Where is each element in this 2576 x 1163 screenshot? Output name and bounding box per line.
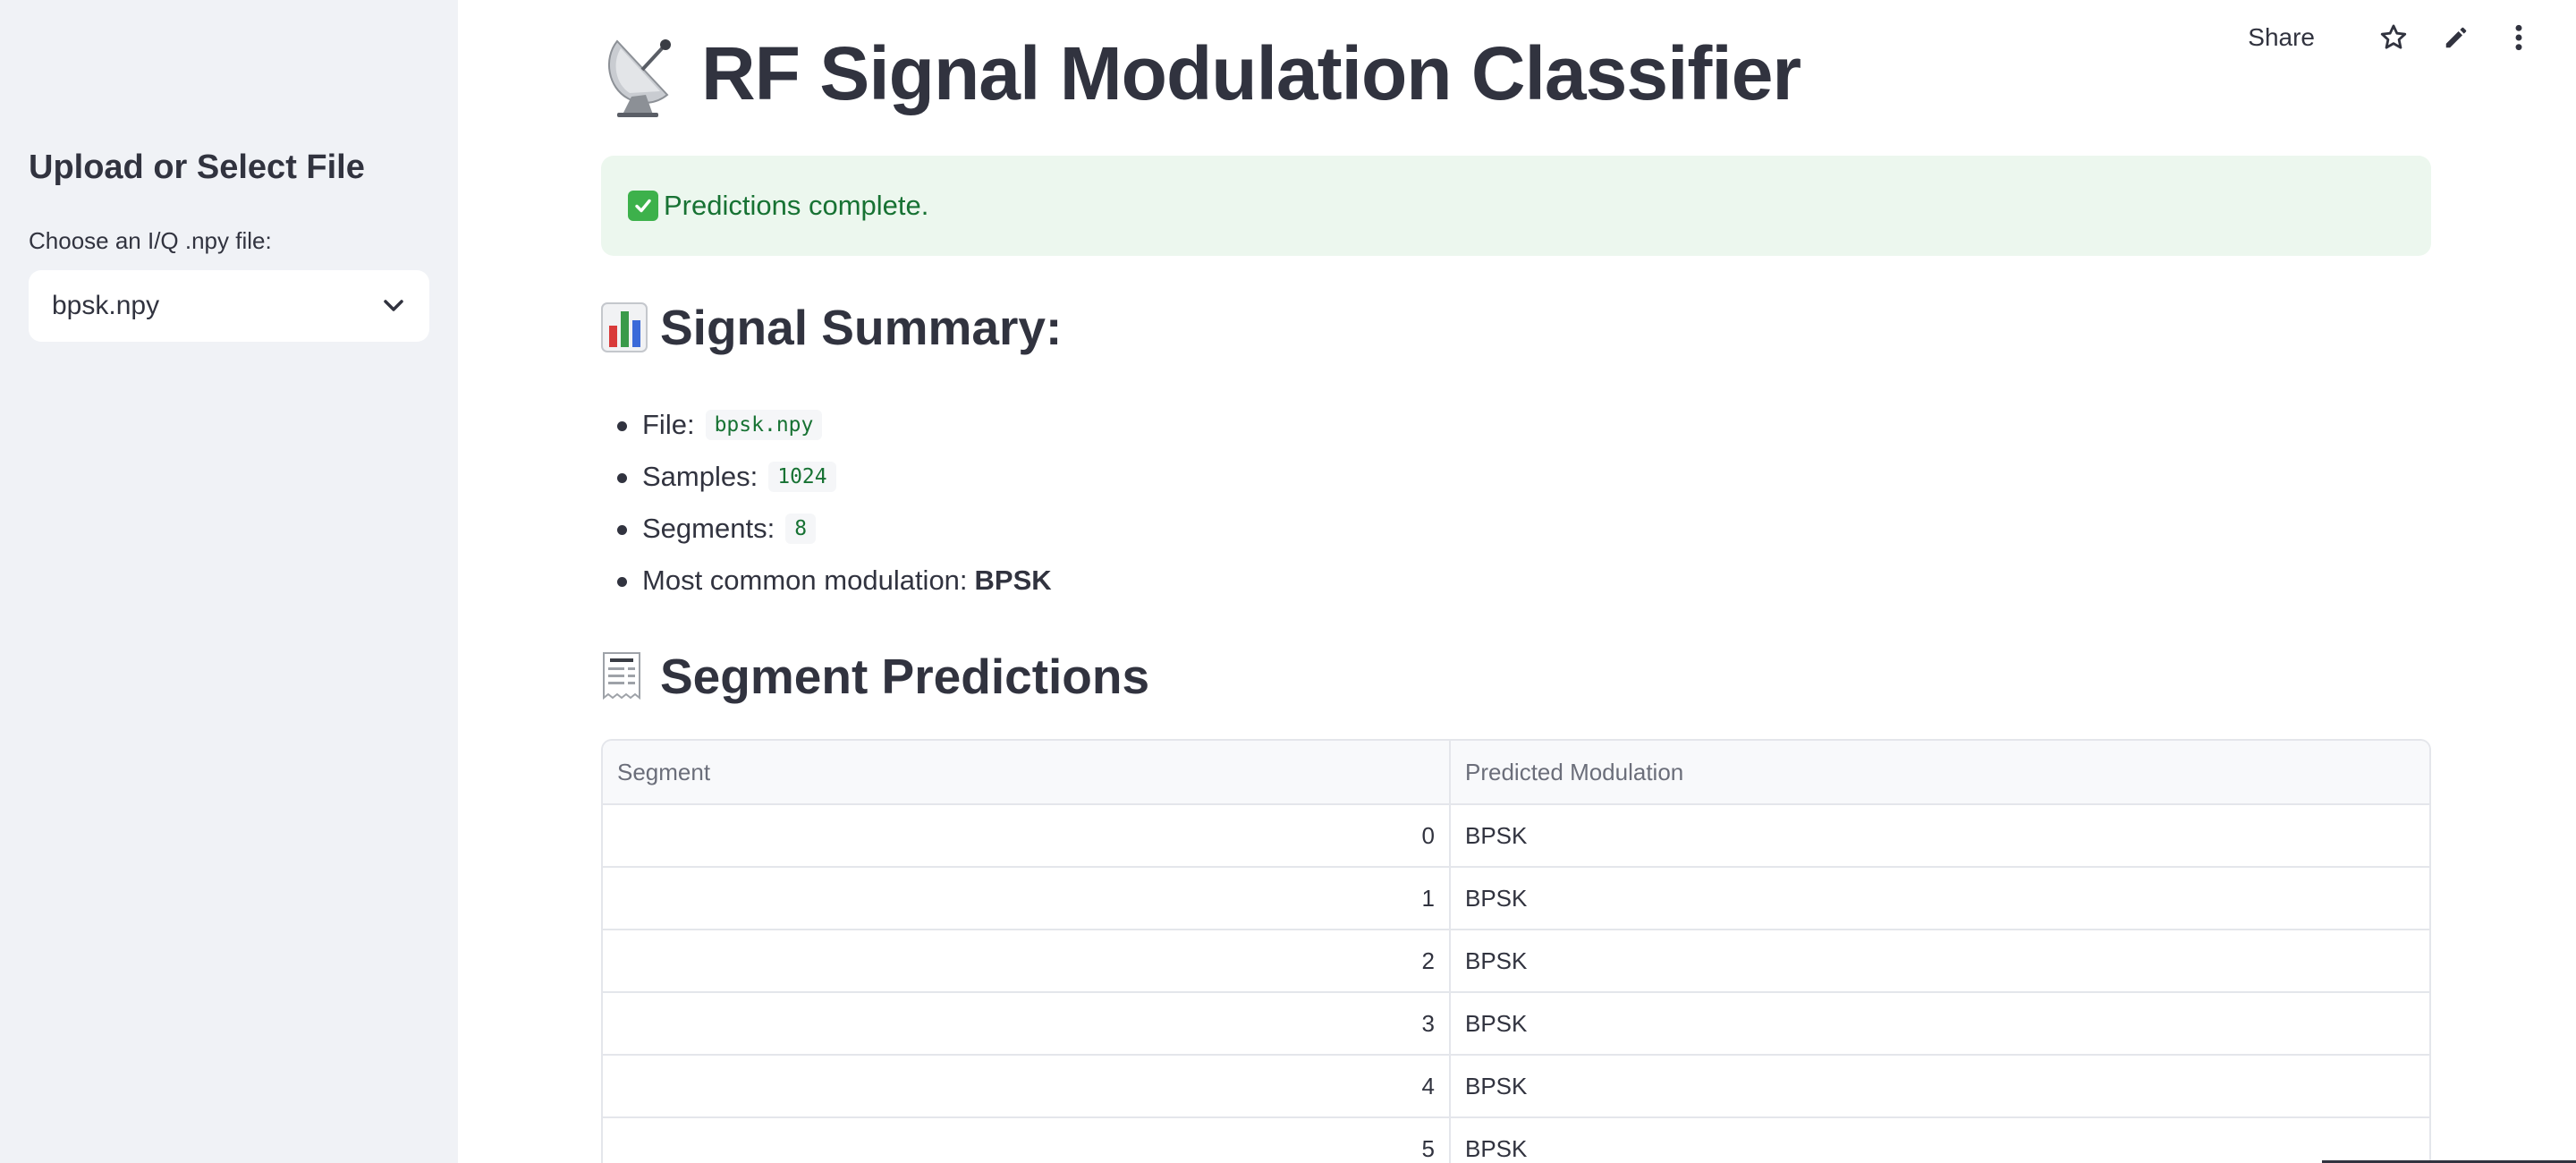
list-item: Samples: 1024 [601, 451, 1052, 503]
column-header-predicted-modulation[interactable]: Predicted Modulation [1451, 741, 2429, 803]
success-alert: Predictions complete. [601, 156, 2431, 256]
summary-heading-text: Signal Summary: [660, 300, 1063, 355]
table-cell[interactable]: BPSK [1451, 1056, 2429, 1116]
file-select-label: Choose an I/Q .npy file: [29, 227, 272, 254]
table-cell[interactable]: 3 [603, 993, 1451, 1054]
star-icon[interactable] [2376, 20, 2411, 55]
summary-list: File: bpsk.npy Samples: 1024 Segments: 8… [601, 399, 1052, 607]
table-cell[interactable]: 0 [603, 805, 1451, 866]
share-button[interactable]: Share [2248, 23, 2315, 52]
table-cell[interactable]: 5 [603, 1118, 1451, 1163]
table-row: 2 BPSK [603, 930, 2429, 993]
file-label: File: [642, 409, 695, 440]
samples-value: 1024 [768, 462, 836, 492]
samples-label: Samples: [642, 461, 758, 492]
table-cell[interactable]: 1 [603, 868, 1451, 929]
table-cell[interactable]: 4 [603, 1056, 1451, 1116]
table-cell[interactable]: 2 [603, 930, 1451, 991]
table-row: 4 BPSK [603, 1056, 2429, 1118]
edit-pencil-icon[interactable] [2438, 20, 2474, 55]
common-modulation-value: BPSK [974, 565, 1052, 596]
more-vertical-icon[interactable] [2501, 20, 2537, 55]
chevron-down-icon [381, 293, 406, 318]
page-title-text: RF Signal Modulation Classifier [701, 30, 1801, 115]
main-content: Share RF Signal Modulation Classifier Pr… [458, 0, 2576, 1163]
table-cell[interactable]: BPSK [1451, 1118, 2429, 1163]
bar-chart-icon [601, 302, 648, 352]
success-alert-text: Predictions complete. [664, 190, 929, 221]
segments-label: Segments: [642, 513, 775, 544]
list-item: File: bpsk.npy [601, 399, 1052, 451]
satellite-antenna-icon [601, 29, 683, 118]
page-title: RF Signal Modulation Classifier [601, 29, 1801, 118]
check-mark-icon [628, 191, 658, 221]
predictions-heading: Segment Predictions [601, 648, 1149, 705]
sidebar-title: Upload or Select File [29, 149, 365, 186]
predictions-heading-text: Segment Predictions [660, 649, 1150, 704]
table-header: Segment Predicted Modulation [603, 741, 2429, 805]
list-item: Most common modulation: BPSK [601, 555, 1052, 607]
table-row: 3 BPSK [603, 993, 2429, 1056]
table-row: 0 BPSK [603, 805, 2429, 868]
table-row: 1 BPSK [603, 868, 2429, 930]
sidebar: Upload or Select File Choose an I/Q .npy… [0, 0, 458, 1163]
column-header-segment[interactable]: Segment [603, 741, 1451, 803]
toolbar: Share [2248, 16, 2537, 59]
predictions-table[interactable]: Segment Predicted Modulation 0 BPSK 1 BP… [601, 739, 2431, 1163]
file-select[interactable]: bpsk.npy [29, 270, 429, 342]
receipt-icon [601, 651, 648, 701]
table-cell[interactable]: BPSK [1451, 868, 2429, 929]
common-modulation-label: Most common modulation: [642, 565, 968, 596]
table-cell[interactable]: BPSK [1451, 993, 2429, 1054]
list-item: Segments: 8 [601, 503, 1052, 555]
file-select-value: bpsk.npy [52, 291, 160, 320]
file-value: bpsk.npy [705, 410, 823, 440]
summary-heading: Signal Summary: [601, 299, 1062, 356]
table-row: 5 BPSK [603, 1118, 2429, 1163]
table-cell[interactable]: BPSK [1451, 930, 2429, 991]
table-cell[interactable]: BPSK [1451, 805, 2429, 866]
segments-value: 8 [785, 514, 817, 544]
